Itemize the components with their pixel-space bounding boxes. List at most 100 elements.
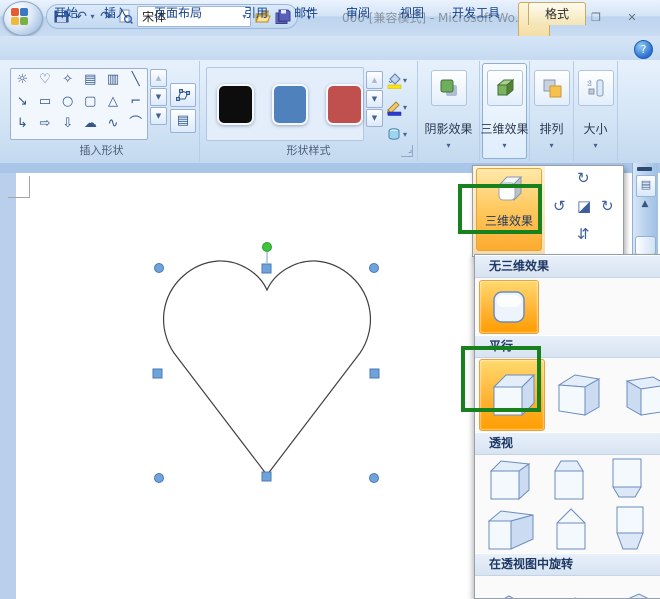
group-size: 大小 ▾ bbox=[574, 61, 618, 161]
shape-star-4point-icon[interactable]: ✧ bbox=[62, 73, 73, 87]
cube-parallel-2-icon bbox=[551, 367, 607, 423]
style-gallery-scroll: ▲ ▼ ▼ bbox=[366, 71, 383, 127]
resize-handle-bottom-left bbox=[155, 474, 164, 483]
style-swatch-black[interactable] bbox=[217, 84, 254, 125]
shape-oval-icon[interactable]: ○ bbox=[62, 95, 73, 109]
size-button[interactable]: 大小 ▾ bbox=[576, 63, 615, 159]
tab-developer[interactable]: 开发工具 bbox=[444, 2, 508, 24]
gallery-more-icon[interactable]: ▼ bbox=[150, 107, 167, 125]
rotated-cube-3-icon bbox=[613, 590, 657, 599]
tab-view[interactable]: 视图 bbox=[392, 2, 432, 24]
shape-elbow-connector-icon[interactable]: ⌐ bbox=[130, 95, 141, 109]
threed-effects-gallery: 无三维效果 平行 bbox=[474, 254, 660, 599]
effect-rotated-cube-1-tile[interactable] bbox=[485, 590, 533, 599]
threed-effects-label: 三维效果 bbox=[481, 120, 529, 137]
rotate-vertical-icon[interactable]: ⇵ bbox=[577, 226, 590, 242]
tab-insert[interactable]: 插入 bbox=[96, 2, 136, 24]
style-scroll-down-icon[interactable]: ▼ bbox=[366, 90, 383, 108]
shape-outline-button[interactable]: ▾ bbox=[386, 96, 416, 118]
help-icon[interactable]: ? bbox=[634, 40, 653, 59]
outline-dropdown-icon[interactable]: ▾ bbox=[403, 103, 407, 112]
style-scroll-up-icon[interactable]: ▲ bbox=[366, 71, 383, 89]
shape-heart-icon[interactable]: ♡ bbox=[39, 73, 51, 87]
tab-home[interactable]: 开始 bbox=[46, 2, 86, 24]
rotate-right-icon[interactable]: ↻ bbox=[601, 198, 614, 214]
perspective-bottom-icon bbox=[605, 457, 649, 501]
size-dropdown-icon: ▾ bbox=[593, 141, 597, 150]
effect-perspective-house-tile[interactable] bbox=[549, 505, 593, 551]
margin-corner-mark bbox=[8, 197, 30, 198]
effect-perspective-top-tile[interactable] bbox=[547, 457, 591, 501]
shape-triangle-icon[interactable]: △ bbox=[108, 95, 118, 109]
style-more-icon[interactable]: ▼ bbox=[366, 109, 383, 127]
shadow-dropdown-icon: ▾ bbox=[446, 141, 450, 150]
arrange-button[interactable]: 排列 ▾ bbox=[532, 63, 571, 159]
tab-references[interactable]: 引用 bbox=[236, 2, 276, 24]
tab-mailings[interactable]: 邮件 bbox=[286, 2, 326, 24]
effect-rotated-cube-3-tile[interactable] bbox=[613, 590, 657, 599]
gallery-scroll-down-icon[interactable]: ▼ bbox=[150, 88, 167, 106]
threed-effects-button[interactable]: 三维效果 ▾ bbox=[482, 63, 527, 159]
split-window-handle[interactable] bbox=[637, 167, 652, 171]
fill-dropdown-icon[interactable]: ▾ bbox=[403, 76, 407, 85]
section-header-rotate-perspective: 在透视图中旋转 bbox=[475, 553, 660, 576]
effect-perspective-cube-tile[interactable] bbox=[485, 457, 533, 501]
effect-parallel-cube-2-tile[interactable] bbox=[545, 360, 613, 430]
resize-handle-top-right bbox=[370, 264, 379, 273]
effect-perspective-long-tile[interactable] bbox=[485, 505, 535, 551]
style-swatch-red[interactable] bbox=[326, 84, 363, 125]
shape-fill-button[interactable]: ▾ bbox=[386, 69, 416, 91]
effect-none-tile[interactable] bbox=[479, 280, 539, 334]
shape-styles-dialog-launcher-icon[interactable]: ⌟ bbox=[401, 145, 413, 157]
heart-shape-selected[interactable] bbox=[140, 235, 390, 490]
tab-review[interactable]: 审阅 bbox=[338, 2, 378, 24]
effect-parallel-cube-3-tile[interactable] bbox=[613, 360, 660, 430]
heart-shape bbox=[164, 261, 371, 475]
fill-bucket-icon bbox=[386, 72, 403, 89]
shape-style-gallery bbox=[206, 67, 364, 141]
perspective-long-box-icon bbox=[485, 505, 535, 551]
shape-right-arrow-icon[interactable]: ⇨ bbox=[40, 117, 51, 131]
shape-sun-icon[interactable]: ☼ bbox=[17, 73, 29, 87]
shape-rounded-rectangle-icon[interactable]: ▢ bbox=[84, 95, 96, 109]
group-insert-shapes: ☼♡✧▤▥╲↘▭○▢△⌐↳⇨⇩☁∿⌒ ▲ ▼ ▼ ▤ 插入形状 bbox=[4, 61, 200, 161]
style-swatch-blue[interactable] bbox=[272, 84, 309, 125]
scroll-up-icon[interactable]: ▲ bbox=[636, 199, 654, 209]
cube-parallel-3-icon bbox=[619, 367, 660, 423]
ruler-toggle-icon[interactable]: ▤ bbox=[636, 175, 656, 197]
tab-page-layout[interactable]: 页面布局 bbox=[146, 2, 210, 24]
shape-arc-icon[interactable]: ⌒ bbox=[129, 117, 142, 131]
edit-shape-button[interactable] bbox=[170, 83, 196, 107]
rotate-left-icon[interactable]: ↺ bbox=[553, 198, 566, 214]
tab-format[interactable]: 格式 bbox=[528, 2, 586, 25]
effect-rotated-cube-2-tile[interactable] bbox=[549, 590, 597, 599]
shape-text-box-icon[interactable]: ▤ bbox=[84, 73, 96, 87]
shadow-effects-button[interactable]: 阴影效果 ▾ bbox=[421, 63, 476, 159]
shape-elbow-arrow-connector-icon[interactable]: ↳ bbox=[17, 117, 28, 131]
change-shape-dropdown-icon[interactable]: ▾ bbox=[403, 130, 407, 139]
shape-gallery-scroll: ▲ ▼ ▼ bbox=[150, 69, 167, 125]
rotation-handle bbox=[263, 243, 272, 252]
undo-dropdown-icon[interactable]: ▾ bbox=[91, 12, 95, 21]
annotation-box-threed-button bbox=[458, 184, 542, 234]
effect-perspective-bottom-tile[interactable] bbox=[605, 457, 649, 501]
shape-scribble-icon[interactable]: ∿ bbox=[108, 117, 119, 131]
shape-freeform-icon[interactable]: ☁ bbox=[84, 117, 97, 131]
tilt-icon[interactable]: ◪ bbox=[577, 198, 591, 214]
threed-effects-icon bbox=[487, 70, 523, 106]
rotate-clockwise-icon[interactable]: ↻ bbox=[577, 170, 590, 186]
shape-line-icon[interactable]: ╲ bbox=[132, 73, 140, 87]
shape-vertical-text-box-icon[interactable]: ▥ bbox=[107, 73, 119, 87]
restore-button[interactable]: ❐ bbox=[585, 10, 607, 26]
size-label: 大小 bbox=[583, 120, 607, 137]
ribbon: ☼♡✧▤▥╲↘▭○▢△⌐↳⇨⇩☁∿⌒ ▲ ▼ ▼ ▤ 插入形状 ▲ bbox=[0, 60, 660, 164]
text-box-button[interactable]: ▤ bbox=[170, 109, 196, 133]
shape-arrow-icon[interactable]: ↘ bbox=[17, 95, 28, 109]
gallery-scroll-up-icon[interactable]: ▲ bbox=[150, 69, 167, 87]
close-button[interactable]: ✕ bbox=[621, 10, 643, 26]
resize-handle-right bbox=[370, 369, 379, 378]
scrollbar-thumb[interactable] bbox=[635, 236, 656, 255]
shape-down-arrow-icon[interactable]: ⇩ bbox=[62, 117, 73, 131]
shape-rectangle-icon[interactable]: ▭ bbox=[39, 95, 51, 109]
effect-perspective-bigtrapezoid-tile[interactable] bbox=[607, 505, 653, 551]
